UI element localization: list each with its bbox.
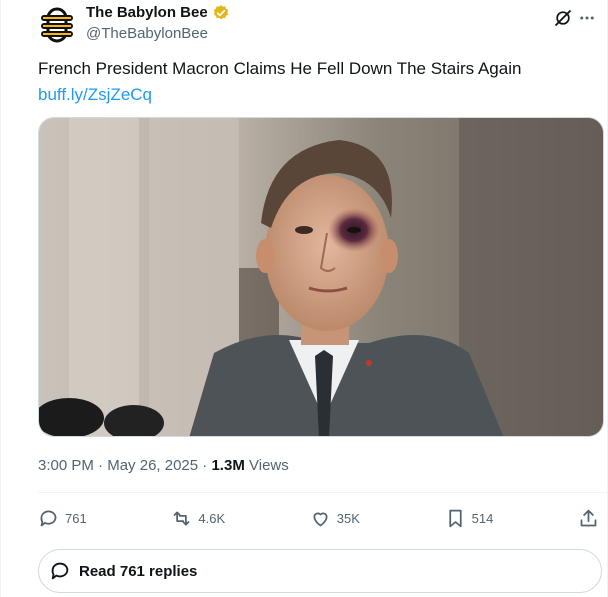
reply-count: 761 [65,510,87,526]
tweet-time[interactable]: 3:00 PM [38,457,94,474]
views-count: 1.3M [211,457,245,474]
tweet-detail: The Babylon Bee @TheBabylonBee French Pr… [0,0,608,597]
user-handle[interactable]: @TheBabylonBee [86,24,230,44]
verified-badge-icon[interactable] [212,4,230,22]
like-button[interactable]: 35K [310,508,360,529]
tweet-link[interactable]: buff.ly/ZsjZeCq [38,83,521,106]
photo-man-in-suit-with-black-eye [39,118,603,436]
divider [38,492,607,493]
bee-logo-icon [39,7,75,43]
views-label: Views [249,457,289,474]
repost-icon [174,511,190,525]
read-replies-button[interactable]: Read 761 replies [38,549,602,593]
avatar[interactable] [38,6,76,44]
share-button[interactable] [578,508,599,529]
tweet-header: The Babylon Bee @TheBabylonBee [38,4,597,44]
reply-icon [40,510,57,526]
reply-button[interactable]: 761 [38,508,87,529]
display-name[interactable]: The Babylon Bee [86,4,208,22]
more-options-button[interactable] [577,6,597,30]
repost-button[interactable]: 4.6K [171,508,225,529]
heart-icon [313,512,328,526]
bookmark-button[interactable]: 514 [445,508,494,529]
more-dots-icon [580,16,594,20]
meta-separator: · [98,457,104,474]
user-info: The Babylon Bee @TheBabylonBee [86,4,230,44]
tweet-actions: 761 4.6K 35K 514 [38,505,599,531]
like-count: 35K [336,510,360,526]
bookmark-icon [448,509,462,527]
tweet-text: French President Macron Claims He Fell D… [38,57,521,106]
grok-slash-icon [554,9,572,27]
grok-icon[interactable] [551,6,575,30]
share-icon [580,509,597,526]
read-replies-label: Read 761 replies [79,562,198,580]
tweet-photo[interactable] [38,117,604,437]
reply-bubble-icon [51,562,69,580]
tweet-body: French President Macron Claims He Fell D… [38,59,522,78]
tweet-meta: 3:00 PM · May 26, 2025 · 1.3M Views [38,456,289,476]
meta-separator-2: · [202,457,208,474]
tweet-date[interactable]: May 26, 2025 [107,457,198,474]
bookmark-count: 514 [471,510,494,526]
repost-count: 4.6K [198,510,226,526]
